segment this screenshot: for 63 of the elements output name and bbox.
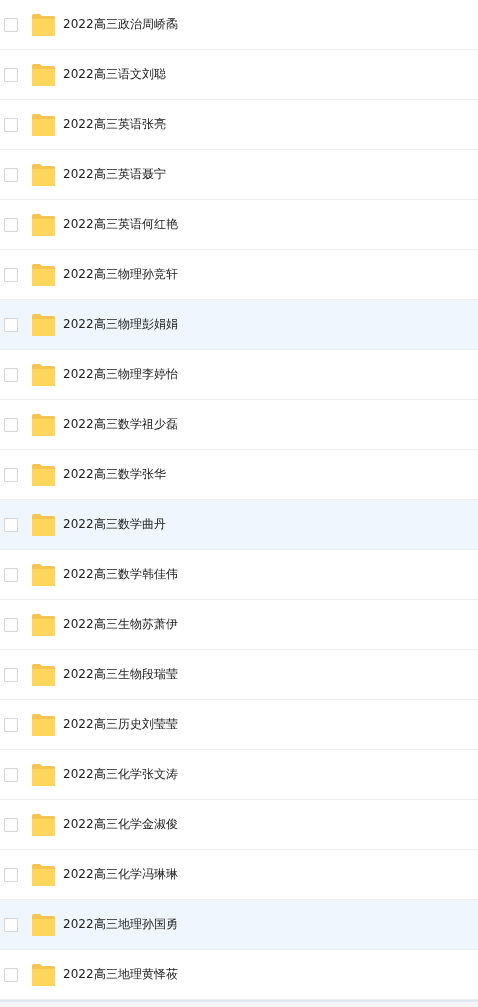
- folder-name[interactable]: 2022高三地理孙国勇: [63, 916, 178, 933]
- checkbox[interactable]: [4, 567, 18, 582]
- folder-name[interactable]: 2022高三化学金淑俊: [63, 816, 178, 833]
- folder-icon: [32, 913, 55, 936]
- folder-icon: [32, 163, 55, 186]
- folder-name[interactable]: 2022高三数学韩佳伟: [63, 566, 178, 583]
- checkbox[interactable]: [4, 267, 18, 282]
- folder-name[interactable]: 2022高三语文刘聪: [63, 66, 166, 83]
- folder-icon: [32, 513, 55, 536]
- checkbox[interactable]: [4, 917, 18, 932]
- checkbox[interactable]: [4, 717, 18, 732]
- checkbox[interactable]: [4, 367, 18, 382]
- folder-name[interactable]: 2022高三英语何红艳: [63, 216, 178, 233]
- folder-name[interactable]: 2022高三生物段瑞莹: [63, 666, 178, 683]
- checkbox[interactable]: [4, 217, 18, 232]
- checkbox[interactable]: [4, 67, 18, 82]
- folder-icon: [32, 113, 55, 136]
- folder-icon: [32, 663, 55, 686]
- checkbox[interactable]: [4, 117, 18, 132]
- checkbox[interactable]: [4, 17, 18, 32]
- folder-name[interactable]: 2022高三生物苏萧伊: [63, 616, 178, 633]
- folder-name[interactable]: 2022高三政治周峤矞: [63, 16, 178, 33]
- folder-icon: [32, 63, 55, 86]
- folder-name[interactable]: 2022高三数学张华: [63, 466, 166, 483]
- checkbox[interactable]: [4, 817, 18, 832]
- folder-name[interactable]: 2022高三化学冯琳琳: [63, 866, 178, 883]
- folder-icon: [32, 963, 55, 986]
- folder-row[interactable]: 2022高三数学曲丹: [0, 500, 478, 550]
- checkbox[interactable]: [4, 167, 18, 182]
- checkbox[interactable]: [4, 417, 18, 432]
- folder-icon: [32, 813, 55, 836]
- folder-name[interactable]: 2022高三历史刘莹莹: [63, 716, 178, 733]
- folder-name[interactable]: 2022高三数学祖少磊: [63, 416, 178, 433]
- folder-name[interactable]: 2022高三化学张文涛: [63, 766, 178, 783]
- folder-icon: [32, 213, 55, 236]
- folder-name[interactable]: 2022高三物理彭娟娟: [63, 316, 178, 333]
- folder-name[interactable]: 2022高三英语聂宁: [63, 166, 166, 183]
- folder-name[interactable]: 2022高三物理李婷怡: [63, 366, 178, 383]
- folder-icon: [32, 763, 55, 786]
- folder-row[interactable]: 2022高三物理彭娟娟: [0, 300, 478, 350]
- folder-icon: [32, 263, 55, 286]
- checkbox[interactable]: [4, 867, 18, 882]
- folder-icon: [32, 613, 55, 636]
- folder-icon: [32, 563, 55, 586]
- folder-icon: [32, 363, 55, 386]
- checkbox[interactable]: [4, 467, 18, 482]
- checkbox[interactable]: [4, 517, 18, 532]
- folder-icon: [32, 413, 55, 436]
- folder-icon: [32, 313, 55, 336]
- folder-row[interactable]: 2022高三地理孙国勇: [0, 900, 478, 950]
- folder-name[interactable]: 2022高三数学曲丹: [63, 516, 166, 533]
- folder-name[interactable]: 2022高三英语张亮: [63, 116, 166, 133]
- folder-icon: [32, 713, 55, 736]
- folder-icon: [32, 13, 55, 36]
- folder-name[interactable]: 2022高三地理黄怿莜: [63, 966, 178, 983]
- folder-icon: [32, 463, 55, 486]
- folder-name[interactable]: 2022高三物理孙竞轩: [63, 266, 178, 283]
- checkbox[interactable]: [4, 767, 18, 782]
- checkbox[interactable]: [4, 667, 18, 682]
- folder-icon: [32, 863, 55, 886]
- checkbox[interactable]: [4, 317, 18, 332]
- checkbox[interactable]: [4, 617, 18, 632]
- checkbox[interactable]: [4, 967, 18, 982]
